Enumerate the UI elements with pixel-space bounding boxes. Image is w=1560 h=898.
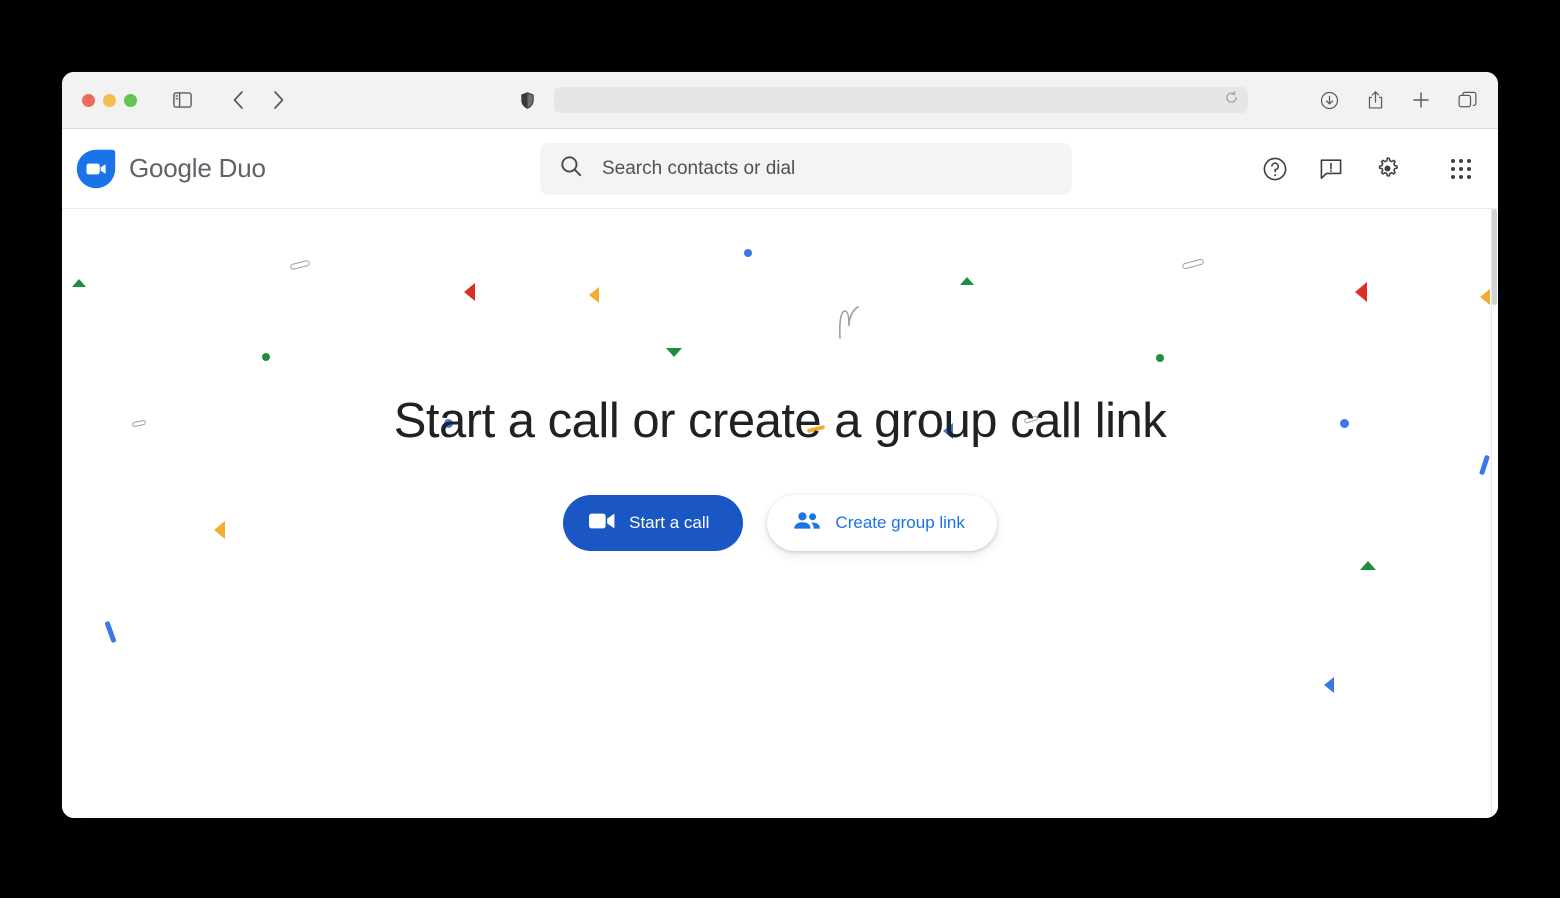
decor-bar-icon <box>289 259 311 271</box>
minimize-window-button[interactable] <box>103 93 116 107</box>
reload-icon[interactable] <box>1225 91 1238 109</box>
tab-overview-icon[interactable] <box>1452 85 1482 115</box>
feedback-icon[interactable] <box>1316 154 1346 184</box>
decor-dot-icon <box>1156 354 1164 362</box>
decor-triangle-icon <box>589 287 599 303</box>
decor-triangle-icon <box>72 279 86 287</box>
decor-bar-icon <box>1181 258 1205 270</box>
apps-dot <box>1459 174 1463 179</box>
main-content: Start a call or create a group call link… <box>62 209 1498 818</box>
apps-dot <box>1467 158 1471 163</box>
search-input[interactable] <box>600 156 1052 181</box>
apps-dot <box>1459 158 1463 163</box>
brand-title: Google Duo <box>129 153 266 184</box>
start-a-call-button[interactable]: Start a call <box>563 495 744 551</box>
apps-dot <box>1467 166 1471 171</box>
apps-dot <box>1451 158 1455 163</box>
settings-icon[interactable] <box>1372 154 1402 184</box>
navigation-buttons <box>223 85 293 115</box>
decor-triangle-icon <box>1355 282 1367 302</box>
help-icon[interactable] <box>1260 154 1290 184</box>
brand-product: Duo <box>218 153 266 183</box>
decor-dot-icon <box>262 353 270 361</box>
create-group-link-button[interactable]: Create group link <box>767 495 997 551</box>
page-scrollbar-thumb[interactable] <box>1492 209 1497 305</box>
hero-section: Start a call or create a group call link… <box>62 393 1498 551</box>
decor-dash-icon <box>104 620 117 644</box>
browser-toolbar <box>62 72 1498 129</box>
maximize-window-button[interactable] <box>124 93 137 107</box>
address-bar-area <box>512 85 1248 115</box>
decor-triangle-icon <box>1324 677 1334 693</box>
decor-dot-icon <box>744 249 752 257</box>
brand-google: Google <box>129 153 212 183</box>
share-icon[interactable] <box>1360 85 1390 115</box>
apps-dot <box>1451 166 1455 171</box>
search-box[interactable] <box>540 142 1072 195</box>
google-apps-icon[interactable] <box>1446 154 1476 184</box>
search-icon <box>560 155 582 182</box>
decor-triangle-icon <box>666 348 682 357</box>
new-tab-icon[interactable] <box>1406 85 1436 115</box>
header-actions <box>1260 154 1402 184</box>
toolbar-right-actions <box>1314 85 1482 115</box>
page-scrollbar-track[interactable] <box>1491 209 1498 818</box>
apps-dot <box>1451 174 1455 179</box>
window-controls <box>82 93 137 107</box>
start-a-call-label: Start a call <box>629 513 710 532</box>
browser-window: Google Duo Search contacts or dial Start… <box>62 72 1498 818</box>
google-duo-logo-icon <box>76 149 116 189</box>
decor-triangle-icon <box>1360 561 1376 570</box>
page-title: Start a call or create a group call link <box>393 394 1167 448</box>
video-camera-icon <box>589 512 615 535</box>
back-icon[interactable] <box>223 85 253 115</box>
app-header: Google Duo <box>62 129 1498 209</box>
decor-triangle-icon <box>960 277 974 285</box>
decor-triangle-icon <box>1480 289 1490 305</box>
apps-dot <box>1467 174 1471 179</box>
address-bar[interactable] <box>554 87 1248 113</box>
create-group-link-label: Create group link <box>835 513 965 532</box>
apps-dot <box>1459 166 1463 171</box>
sidebar-toggle-icon[interactable] <box>167 85 197 115</box>
hero-actions: Start a call Create group link <box>62 495 1498 551</box>
close-window-button[interactable] <box>82 93 95 107</box>
people-icon <box>793 511 821 536</box>
downloads-icon[interactable] <box>1314 85 1344 115</box>
decor-triangle-icon <box>464 283 475 301</box>
apps-grid <box>1451 158 1471 179</box>
forward-icon[interactable] <box>263 85 293 115</box>
decor-squiggle-icon <box>834 304 864 345</box>
shield-icon[interactable] <box>512 85 542 115</box>
brand[interactable]: Google Duo <box>76 149 266 189</box>
